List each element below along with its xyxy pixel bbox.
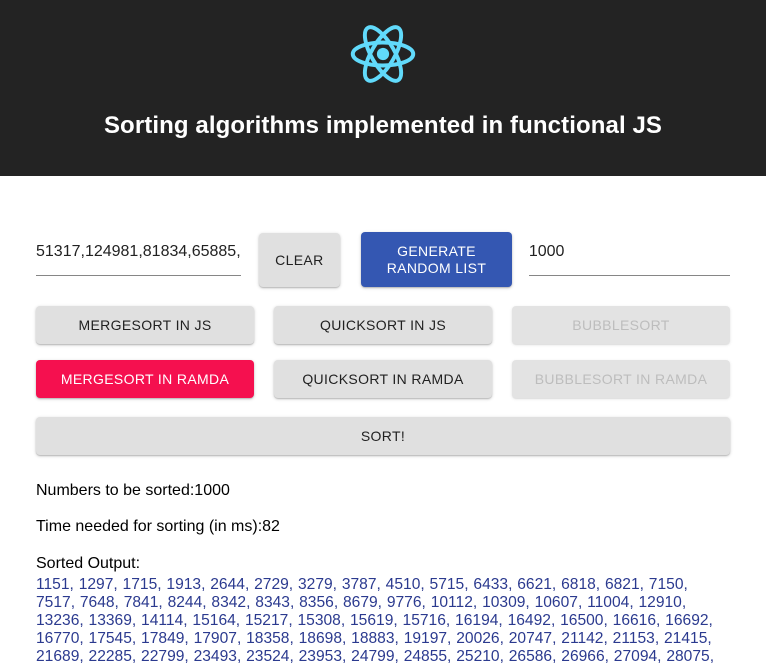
quicksort-ramda-button[interactable]: QUICKSORT IN RAMDA	[274, 360, 492, 398]
react-logo-icon	[347, 18, 419, 90]
page-title: Sorting algorithms implemented in functi…	[103, 112, 663, 139]
list-size-input[interactable]: 1000	[528, 228, 731, 276]
main-content: 51317,124981,81834,65885, CLEAR GENERATE…	[0, 176, 766, 666]
mergesort-js-button[interactable]: MERGESORT IN JS	[36, 306, 254, 344]
bubblesort-ramda-button: BUBBLESORT IN RAMDA	[512, 360, 730, 398]
number-list-input-value: 51317,124981,81834,65885,	[36, 243, 241, 260]
results-panel: Numbers to be sorted:1000 Time needed fo…	[36, 455, 730, 666]
app-header: Sorting algorithms implemented in functi…	[0, 0, 766, 176]
generate-button-label: GENERATE RANDOM LIST	[387, 243, 487, 276]
mergesort-ramda-button[interactable]: MERGESORT IN RAMDA	[36, 360, 254, 398]
sort-button[interactable]: SORT!	[36, 417, 730, 455]
algorithm-row-js: MERGESORT IN JS QUICKSORT IN JS BUBBLESO…	[36, 306, 730, 344]
list-size-input-value: 1000	[528, 243, 565, 260]
generate-button-line2: RANDOM LIST	[386, 259, 487, 276]
generate-random-list-button[interactable]: GENERATE RANDOM LIST	[361, 232, 512, 287]
bubblesort-button: BUBBLESORT	[512, 306, 730, 344]
algorithm-row-ramda: MERGESORT IN RAMDA QUICKSORT IN RAMDA BU…	[36, 360, 730, 398]
input-controls-row: 51317,124981,81834,65885, CLEAR GENERATE…	[36, 176, 731, 290]
clear-button[interactable]: CLEAR	[258, 233, 341, 287]
generate-button-line1: GENERATE	[397, 242, 476, 259]
time-needed-text: Time needed for sorting (in ms):82	[36, 518, 280, 536]
sorted-output-label: Sorted Output:	[36, 554, 141, 572]
quicksort-js-button[interactable]: QUICKSORT IN JS	[274, 306, 492, 344]
numbers-to-be-sorted-text: Numbers to be sorted:1000	[36, 482, 230, 499]
number-list-input[interactable]: 51317,124981,81834,65885,	[36, 228, 241, 276]
